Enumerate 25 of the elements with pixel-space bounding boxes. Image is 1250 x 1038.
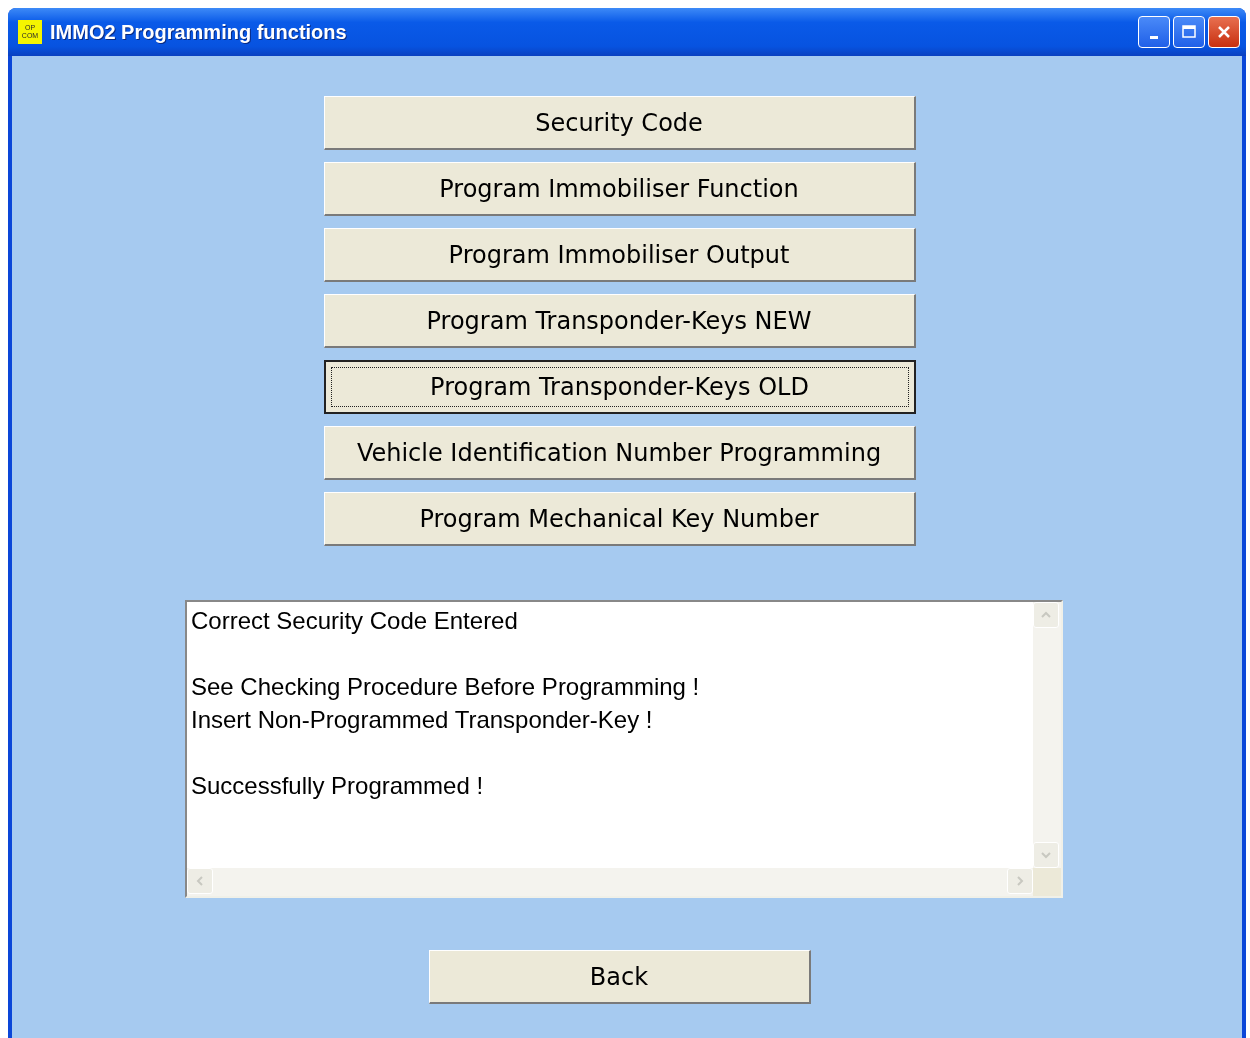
horizontal-scrollbar[interactable] [187,868,1033,896]
scroll-right-icon[interactable] [1007,868,1033,894]
minimize-icon [1150,35,1158,39]
function-button[interactable]: Program Immobiliser Function [323,162,916,216]
log-line: Successfully Programmed ! [191,771,484,801]
function-button[interactable]: Program Transponder-Keys OLD [323,360,916,414]
maximize-button[interactable] [1173,16,1205,48]
back-button[interactable]: Back [428,950,811,1004]
minimize-button[interactable] [1138,16,1170,48]
vertical-scrollbar[interactable] [1033,602,1061,868]
close-button[interactable] [1208,16,1240,48]
function-button[interactable]: Security Code [323,96,916,150]
maximize-icon [1181,24,1197,40]
function-button[interactable]: Program Immobiliser Output [323,228,916,282]
log-line: See Checking Procedure Before Programming ! [191,672,700,702]
log-line: Insert Non-Programmed Transponder-Key ! [191,705,653,735]
function-button[interactable]: Program Mechanical Key Number [323,492,916,546]
log-line: Correct Security Code Entered [191,606,518,636]
scroll-up-icon[interactable] [1033,602,1059,628]
window-title: IMMO2 Programming functions [50,20,348,44]
function-button[interactable]: Program Transponder-Keys NEW [323,294,916,348]
scroll-left-icon[interactable] [187,868,213,894]
scroll-down-icon[interactable] [1033,842,1059,868]
function-button[interactable]: Vehicle Identification Number Programming [323,426,916,480]
close-icon [1216,24,1232,40]
